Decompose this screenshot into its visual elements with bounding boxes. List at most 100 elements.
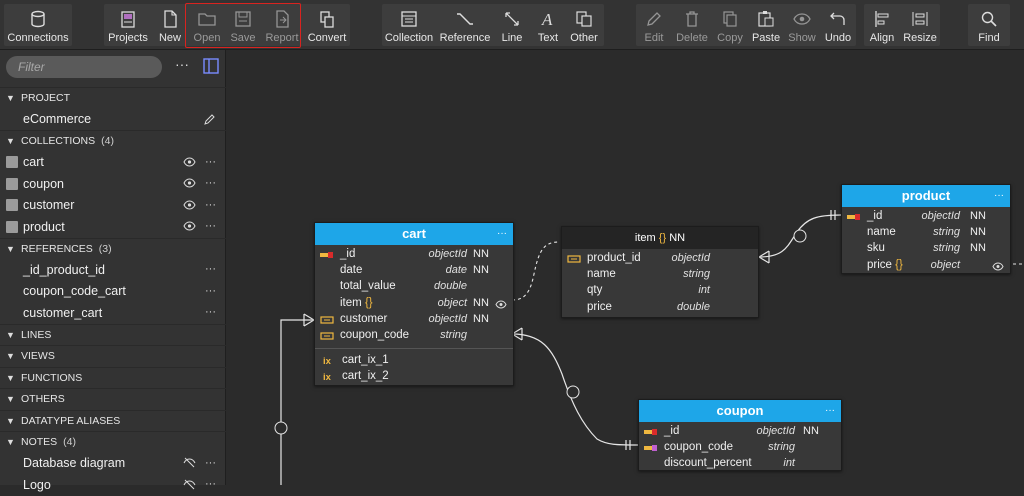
diagram-canvas[interactable]: cart ··· _id objectId NN date date NN tot… [227, 50, 1024, 485]
sidebar-menu-button[interactable]: ··· [175, 56, 189, 72]
entity-item[interactable]: item {} NN product_id objectId name stri… [561, 226, 759, 318]
entity-menu-button[interactable]: ··· [994, 185, 1004, 207]
eye-icon[interactable] [183, 199, 196, 210]
eye-icon[interactable] [495, 300, 507, 309]
section-notes[interactable]: ▼ NOTES (4) [0, 431, 226, 453]
section-datatype-aliases[interactable]: ▼ DATATYPE ALIASES [0, 409, 226, 432]
other-button[interactable]: Other [566, 4, 602, 46]
section-references[interactable]: ▼ REFERENCES (3) [0, 237, 226, 260]
entity-header[interactable]: item {} NN [562, 227, 758, 249]
copy-button[interactable]: Copy [712, 4, 748, 46]
more-icon[interactable]: ··· [205, 220, 216, 232]
eye-icon[interactable] [183, 221, 196, 231]
field-row[interactable]: coupon_code string [639, 440, 841, 456]
field-row[interactable]: _id objectId NN [639, 424, 841, 440]
line-button[interactable]: Line [494, 4, 530, 46]
more-icon[interactable]: ··· [205, 285, 216, 297]
delete-button[interactable]: Delete [672, 4, 712, 46]
index-row[interactable]: ix cart_ix_1 [315, 353, 513, 369]
show-button[interactable]: Show [784, 4, 820, 46]
more-icon[interactable]: ··· [205, 478, 216, 490]
field-row[interactable]: discount_percent int [639, 456, 841, 472]
field-row[interactable]: sku string NN [842, 241, 1010, 257]
panel-toggle-icon[interactable] [203, 58, 219, 74]
index-row[interactable]: ix cart_ix_2 [315, 369, 513, 385]
eye-icon[interactable] [183, 156, 196, 167]
projects-button[interactable]: Projects [104, 4, 152, 46]
save-button[interactable]: Save [226, 4, 260, 46]
main-toolbar: Connections Projects New Open Save Repor… [0, 0, 1024, 50]
more-icon[interactable]: ··· [205, 263, 216, 275]
reference-button[interactable]: Reference [436, 4, 494, 46]
text-button[interactable]: A Text [530, 4, 566, 46]
field-row[interactable]: total_value double [315, 279, 513, 295]
relation-line-cart-item [511, 241, 560, 301]
field-row[interactable]: _id objectId NN [842, 209, 1010, 225]
connections-button[interactable]: Connections [4, 4, 72, 46]
field-row[interactable]: qty int [562, 283, 758, 299]
entity-cart[interactable]: cart ··· _id objectId NN date date NN tot… [314, 222, 514, 386]
copy-icon [723, 11, 737, 27]
paste-button[interactable]: Paste [748, 4, 784, 46]
report-button[interactable]: Report [260, 4, 304, 46]
folder-icon [198, 13, 216, 26]
section-functions[interactable]: ▼ FUNCTIONS [0, 366, 226, 389]
section-lines[interactable]: ▼ LINES [0, 323, 226, 346]
field-row[interactable]: product_id objectId [562, 251, 758, 267]
collection-button[interactable]: Collection [382, 4, 436, 46]
field-row[interactable]: price double [562, 300, 758, 316]
index-icon: ix [323, 372, 331, 384]
entity-header[interactable]: coupon ··· [639, 400, 841, 422]
field-row[interactable]: price {} object [842, 258, 1010, 274]
entity-header[interactable]: product ··· [842, 185, 1010, 207]
chevron-down-icon: ▼ [6, 394, 15, 405]
entity-product[interactable]: product ··· _id objectId NN name string N… [841, 184, 1011, 274]
collection-item-cart[interactable]: cart ··· [0, 152, 226, 174]
entity-menu-button[interactable]: ··· [825, 400, 835, 422]
convert-button[interactable]: Convert [304, 4, 350, 46]
field-row[interactable]: item {} object NN [315, 296, 513, 312]
resize-button[interactable]: Resize [900, 4, 940, 46]
find-button[interactable]: Find [968, 4, 1010, 46]
align-button[interactable]: Align [864, 4, 900, 46]
reference-item[interactable]: coupon_code_cart ··· [0, 281, 226, 303]
undo-button[interactable]: Undo [820, 4, 856, 46]
collection-item-coupon[interactable]: coupon ··· [0, 173, 226, 195]
more-icon[interactable]: ··· [205, 199, 216, 211]
more-icon[interactable]: ··· [205, 457, 216, 469]
field-row[interactable]: name string [562, 267, 758, 283]
undo-icon [830, 12, 845, 25]
field-row[interactable]: customer objectId NN [315, 312, 513, 328]
section-others[interactable]: ▼ OTHERS [0, 388, 226, 410]
section-views[interactable]: ▼ VIEWS [0, 345, 226, 367]
filter-input[interactable]: Filter [6, 56, 162, 78]
collection-item-product[interactable]: product ··· [0, 216, 226, 238]
more-icon[interactable]: ··· [205, 156, 216, 168]
reference-item[interactable]: _id_product_id ··· [0, 259, 226, 281]
eye-icon[interactable] [183, 178, 196, 188]
section-project[interactable]: ▼ PROJECT [0, 87, 226, 109]
edit-button[interactable]: Edit [636, 4, 672, 46]
project-item[interactable]: eCommerce [0, 109, 226, 131]
more-icon[interactable]: ··· [205, 306, 216, 318]
new-button[interactable]: New [152, 4, 188, 46]
eye-icon[interactable] [992, 262, 1004, 271]
hidden-eye-icon[interactable] [183, 457, 196, 468]
entity-coupon[interactable]: coupon ··· _id objectId NN coupon_code st… [638, 399, 842, 471]
hidden-eye-icon[interactable] [183, 479, 196, 490]
field-row[interactable]: coupon_code string [315, 328, 513, 344]
database-icon [31, 10, 45, 28]
more-icon[interactable]: ··· [205, 177, 216, 189]
open-button[interactable]: Open [188, 4, 226, 46]
field-row[interactable]: _id objectId NN [315, 247, 513, 263]
field-row[interactable]: date date NN [315, 263, 513, 279]
collection-item-customer[interactable]: customer ··· [0, 195, 226, 217]
entity-menu-button[interactable]: ··· [497, 223, 507, 245]
reference-item[interactable]: customer_cart ··· [0, 302, 226, 324]
section-collections[interactable]: ▼ COLLECTIONS (4) [0, 130, 226, 152]
pencil-icon[interactable] [204, 113, 216, 125]
field-row[interactable]: name string NN [842, 225, 1010, 241]
search-icon [981, 11, 997, 27]
note-item[interactable]: Database diagram ··· [0, 453, 226, 475]
entity-header[interactable]: cart ··· [315, 223, 513, 245]
